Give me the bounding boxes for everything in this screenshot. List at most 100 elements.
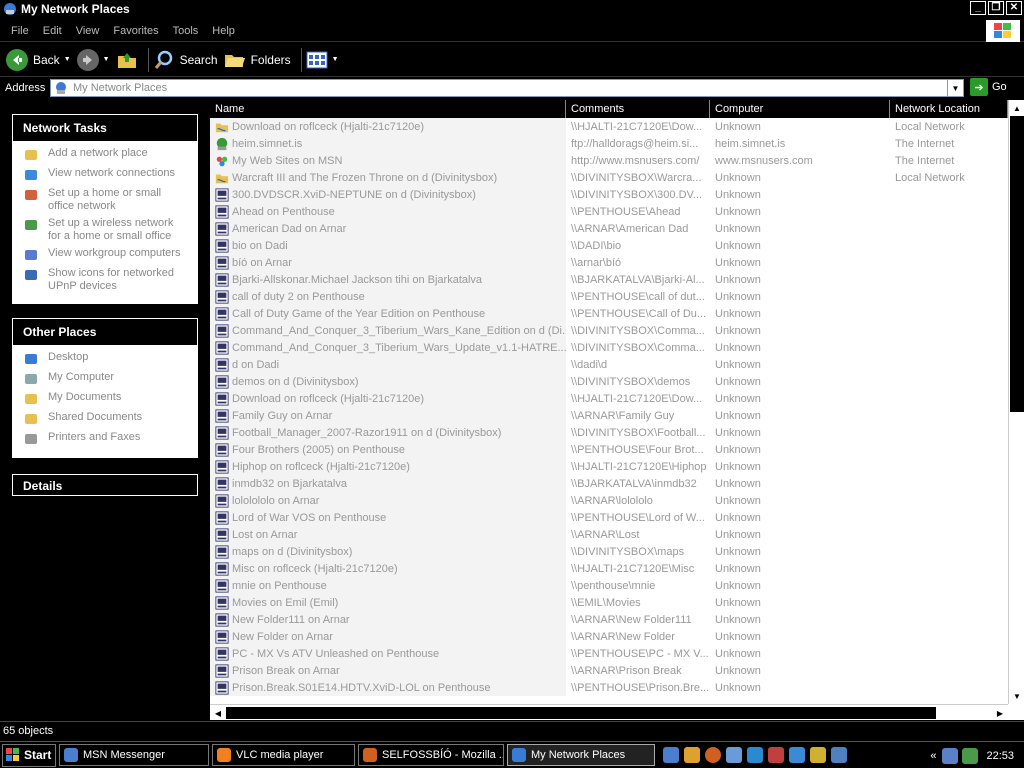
table-row[interactable]: bio on Dadi \\DADI\bio Unknown <box>210 237 1008 254</box>
network-task-item[interactable]: View workgroup computers <box>23 247 189 263</box>
details-panel-title[interactable]: Details <box>12 474 198 496</box>
name-cell[interactable]: 300.DVDSCR.XviD-NEPTUNE on d (Divinitysb… <box>210 186 566 203</box>
start-button[interactable]: Start <box>2 743 56 767</box>
name-cell[interactable]: American Dad on Arnar <box>210 220 566 237</box>
table-row[interactable]: My Web Sites on MSN http://www.msnusers.c… <box>210 152 1008 169</box>
table-row[interactable]: d on Dadi \\dadi\d Unknown <box>210 356 1008 373</box>
table-row[interactable]: Movies on Emil (Emil) \\EMIL\Movies Unknow… <box>210 594 1008 611</box>
name-cell[interactable]: bíó on Arnar <box>210 254 566 271</box>
table-row[interactable]: Lost on Arnar \\ARNAR\Lost Unknown <box>210 526 1008 543</box>
vertical-scroll-thumb[interactable] <box>1010 116 1024 412</box>
name-cell[interactable]: bio on Dadi <box>210 237 566 254</box>
menu-help[interactable]: Help <box>205 25 242 37</box>
name-cell[interactable]: heim.simnet.is <box>210 135 566 152</box>
table-row[interactable]: lololololo on Arnar \\ARNAR\lolololo Unkno… <box>210 492 1008 509</box>
table-row[interactable]: Call of Duty Game of the Year Edition on… <box>210 305 1008 322</box>
address-input[interactable]: My Network Places ▼ <box>50 79 964 97</box>
notes-tray-icon[interactable] <box>684 747 700 763</box>
restore-button[interactable]: ❐ <box>988 1 1004 15</box>
table-row[interactable]: Lord of War VOS on Penthouse \\PENTHOUSE\… <box>210 509 1008 526</box>
name-cell[interactable]: demos on d (Divinitysbox) <box>210 373 566 390</box>
network-task-item[interactable]: Show icons for networked UPnP devices <box>23 267 189 293</box>
name-cell[interactable]: New Folder on Arnar <box>210 628 566 645</box>
menu-file[interactable]: File <box>4 25 36 37</box>
table-row[interactable]: Bjarki-Allskonar.Michael Jackson tihi on… <box>210 271 1008 288</box>
search-button[interactable]: Search <box>153 49 218 71</box>
table-row[interactable]: New Folder on Arnar \\ARNAR\New Folder Unk… <box>210 628 1008 645</box>
close-button[interactable]: ✕ <box>1006 1 1022 15</box>
table-row[interactable]: New Folder111 on Arnar \\ARNAR\New Folder… <box>210 611 1008 628</box>
name-cell[interactable]: Lost on Arnar <box>210 526 566 543</box>
table-row[interactable]: Command_And_Conquer_3_Tiberium_Wars_Upda… <box>210 339 1008 356</box>
back-button[interactable]: Back ▼ <box>6 48 71 71</box>
name-cell[interactable]: My Web Sites on MSN <box>210 152 566 169</box>
name-cell[interactable]: maps on d (Divinitysbox) <box>210 543 566 560</box>
table-row[interactable]: mnie on Penthouse \\penthouse\mnie Unknown <box>210 577 1008 594</box>
name-cell[interactable]: Lord of War VOS on Penthouse <box>210 509 566 526</box>
tool-tray-icon[interactable] <box>810 747 826 763</box>
up-folder-button[interactable] <box>116 50 138 70</box>
name-cell[interactable]: Football_Manager_2007-Razor1911 on d (Di… <box>210 424 566 441</box>
network-task-item[interactable]: Add a network place <box>23 147 189 163</box>
table-row[interactable]: Ahead on Penthouse \\PENTHOUSE\Ahead Unkno… <box>210 203 1008 220</box>
name-cell[interactable]: Misc on roflceck (Hjalti-21c7120e) <box>210 560 566 577</box>
menu-edit[interactable]: Edit <box>36 25 69 37</box>
folders-button[interactable]: Folders <box>224 50 291 70</box>
taskbar-button[interactable]: VLC media player <box>212 744 355 766</box>
table-row[interactable]: Warcraft III and The Frozen Throne on d … <box>210 169 1008 186</box>
other-place-item[interactable]: My Documents <box>23 391 189 407</box>
other-place-item[interactable]: Shared Documents <box>23 411 189 427</box>
name-cell[interactable]: Bjarki-Allskonar.Michael Jackson tihi on… <box>210 271 566 288</box>
column-comments[interactable]: Comments <box>566 100 710 118</box>
name-cell[interactable]: Command_And_Conquer_3_Tiberium_Wars_Kane… <box>210 322 566 339</box>
player-tray-icon[interactable] <box>831 747 847 763</box>
menu-view[interactable]: View <box>69 25 107 37</box>
column-computer[interactable]: Computer <box>710 100 890 118</box>
scroll-up-icon[interactable]: ▲ <box>1009 100 1024 116</box>
network-tasks-title[interactable]: Network Tasks <box>13 115 197 141</box>
minimize-button[interactable]: _ <box>970 1 986 15</box>
taskbar-button[interactable]: SELFOSSBÍÓ - Mozilla ... <box>358 744 504 766</box>
table-row[interactable]: inmdb32 on Bjarkatalva \\BJARKATALVA\inmd… <box>210 475 1008 492</box>
table-row[interactable]: 300.DVDSCR.XviD-NEPTUNE on d (Divinitysb… <box>210 186 1008 203</box>
name-cell[interactable]: Movies on Emil (Emil) <box>210 594 566 611</box>
network-task-item[interactable]: Set up a home or small office network <box>23 187 189 213</box>
name-cell[interactable]: Ahead on Penthouse <box>210 203 566 220</box>
table-row[interactable]: PC - MX Vs ATV Unleashed on Penthouse \\P… <box>210 645 1008 662</box>
network-tray-icon[interactable] <box>942 747 959 764</box>
table-row[interactable]: Download on roflceck (Hjalti-21c7120e) \\… <box>210 118 1008 135</box>
forward-button[interactable]: ▼ <box>76 48 110 71</box>
settings-tray-icon[interactable] <box>789 747 805 763</box>
table-row[interactable]: Prison.Break.S01E14.HDTV.XviD-LOL on Pen… <box>210 679 1008 696</box>
name-cell[interactable]: mnie on Penthouse <box>210 577 566 594</box>
name-cell[interactable]: lololololo on Arnar <box>210 492 566 509</box>
vertical-scrollbar[interactable]: ▲ ▼ <box>1008 100 1024 704</box>
address-dropdown-icon[interactable]: ▼ <box>947 80 963 96</box>
msn-tray-icon[interactable] <box>663 747 679 763</box>
name-cell[interactable]: Download on roflceck (Hjalti-21c7120e) <box>210 118 566 135</box>
column-name[interactable]: Name <box>210 100 566 118</box>
name-cell[interactable]: Warcraft III and The Frozen Throne on d … <box>210 169 566 186</box>
title-bar[interactable]: My Network Places _ ❐ ✕ <box>0 0 1024 18</box>
name-cell[interactable]: Download on roflceck (Hjalti-21c7120e) <box>210 390 566 407</box>
other-places-title[interactable]: Other Places <box>13 319 197 345</box>
media-tray-icon[interactable] <box>768 747 784 763</box>
table-row[interactable]: demos on d (Divinitysbox) \\DIVINITYSBOX\… <box>210 373 1008 390</box>
name-cell[interactable]: Prison.Break.S01E14.HDTV.XviD-LOL on Pen… <box>210 679 566 696</box>
table-row[interactable]: Football_Manager_2007-Razor1911 on d (Di… <box>210 424 1008 441</box>
name-cell[interactable]: Call of Duty Game of the Year Edition on… <box>210 305 566 322</box>
name-cell[interactable]: call of duty 2 on Penthouse <box>210 288 566 305</box>
column-network-location[interactable]: Network Location <box>890 100 1008 118</box>
messenger-tray-icon[interactable] <box>726 747 742 763</box>
views-button[interactable]: ▼ <box>306 50 339 70</box>
name-cell[interactable]: Family Guy on Arnar <box>210 407 566 424</box>
scroll-right-icon[interactable]: ▶ <box>992 705 1008 721</box>
name-cell[interactable]: New Folder111 on Arnar <box>210 611 566 628</box>
table-row[interactable]: heim.simnet.is ftp://halldorags@heim.si..… <box>210 135 1008 152</box>
table-row[interactable]: bíó on Arnar \\arnar\bíó Unknown <box>210 254 1008 271</box>
scroll-down-icon[interactable]: ▼ <box>1009 688 1024 704</box>
table-row[interactable]: Misc on roflceck (Hjalti-21c7120e) \\HJAL… <box>210 560 1008 577</box>
table-row[interactable]: maps on d (Divinitysbox) \\DIVINITYSBOX\m… <box>210 543 1008 560</box>
name-cell[interactable]: Four Brothers (2005) on Penthouse <box>210 441 566 458</box>
horizontal-scroll-thumb[interactable] <box>226 707 936 719</box>
